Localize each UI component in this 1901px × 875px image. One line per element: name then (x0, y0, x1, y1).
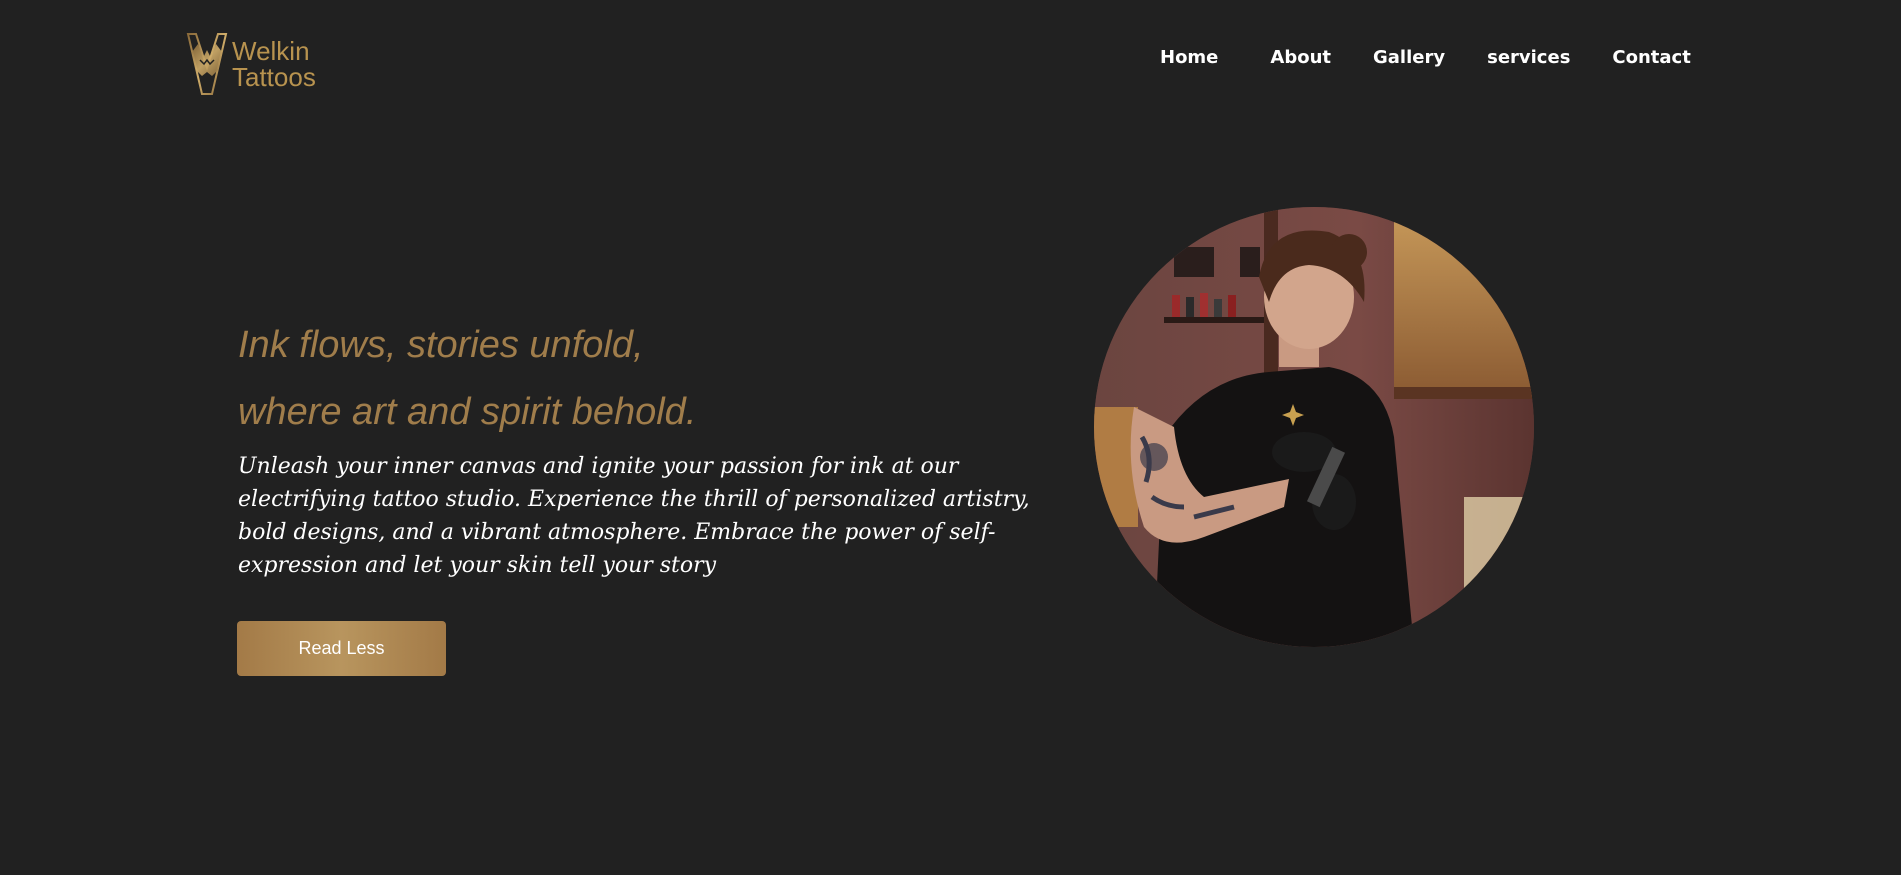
nav-contact-link[interactable]: Contact (1612, 47, 1690, 68)
wolf-head-icon (186, 30, 228, 98)
main-nav: Home About Gallery services Contact (1160, 42, 1691, 72)
brand-name-line2: Tattoos (232, 62, 316, 92)
brand-name-line1: Welkin (232, 36, 310, 66)
nav-about-link[interactable]: About (1270, 47, 1331, 68)
hero-heading-line1: Ink flows, stories unfold, (238, 324, 644, 366)
nav-gallery-link[interactable]: Gallery (1373, 47, 1445, 68)
hero-heading-line2: where art and spirit behold. (238, 391, 697, 433)
brand-name: Welkin Tattoos (232, 38, 316, 90)
read-less-button[interactable]: Read Less (237, 621, 446, 676)
nav-home-link[interactable]: Home (1160, 47, 1218, 68)
tattoo-artist-photo (1094, 207, 1534, 647)
hero-heading: Ink flows, stories unfold, where art and… (238, 312, 696, 446)
brand-logo[interactable]: Welkin Tattoos (186, 30, 316, 98)
nav-services-link[interactable]: services (1487, 47, 1570, 68)
page: Welkin Tattoos Home About Gallery servic… (0, 0, 1901, 875)
hero-paragraph: Unleash your inner canvas and ignite you… (238, 454, 1030, 578)
